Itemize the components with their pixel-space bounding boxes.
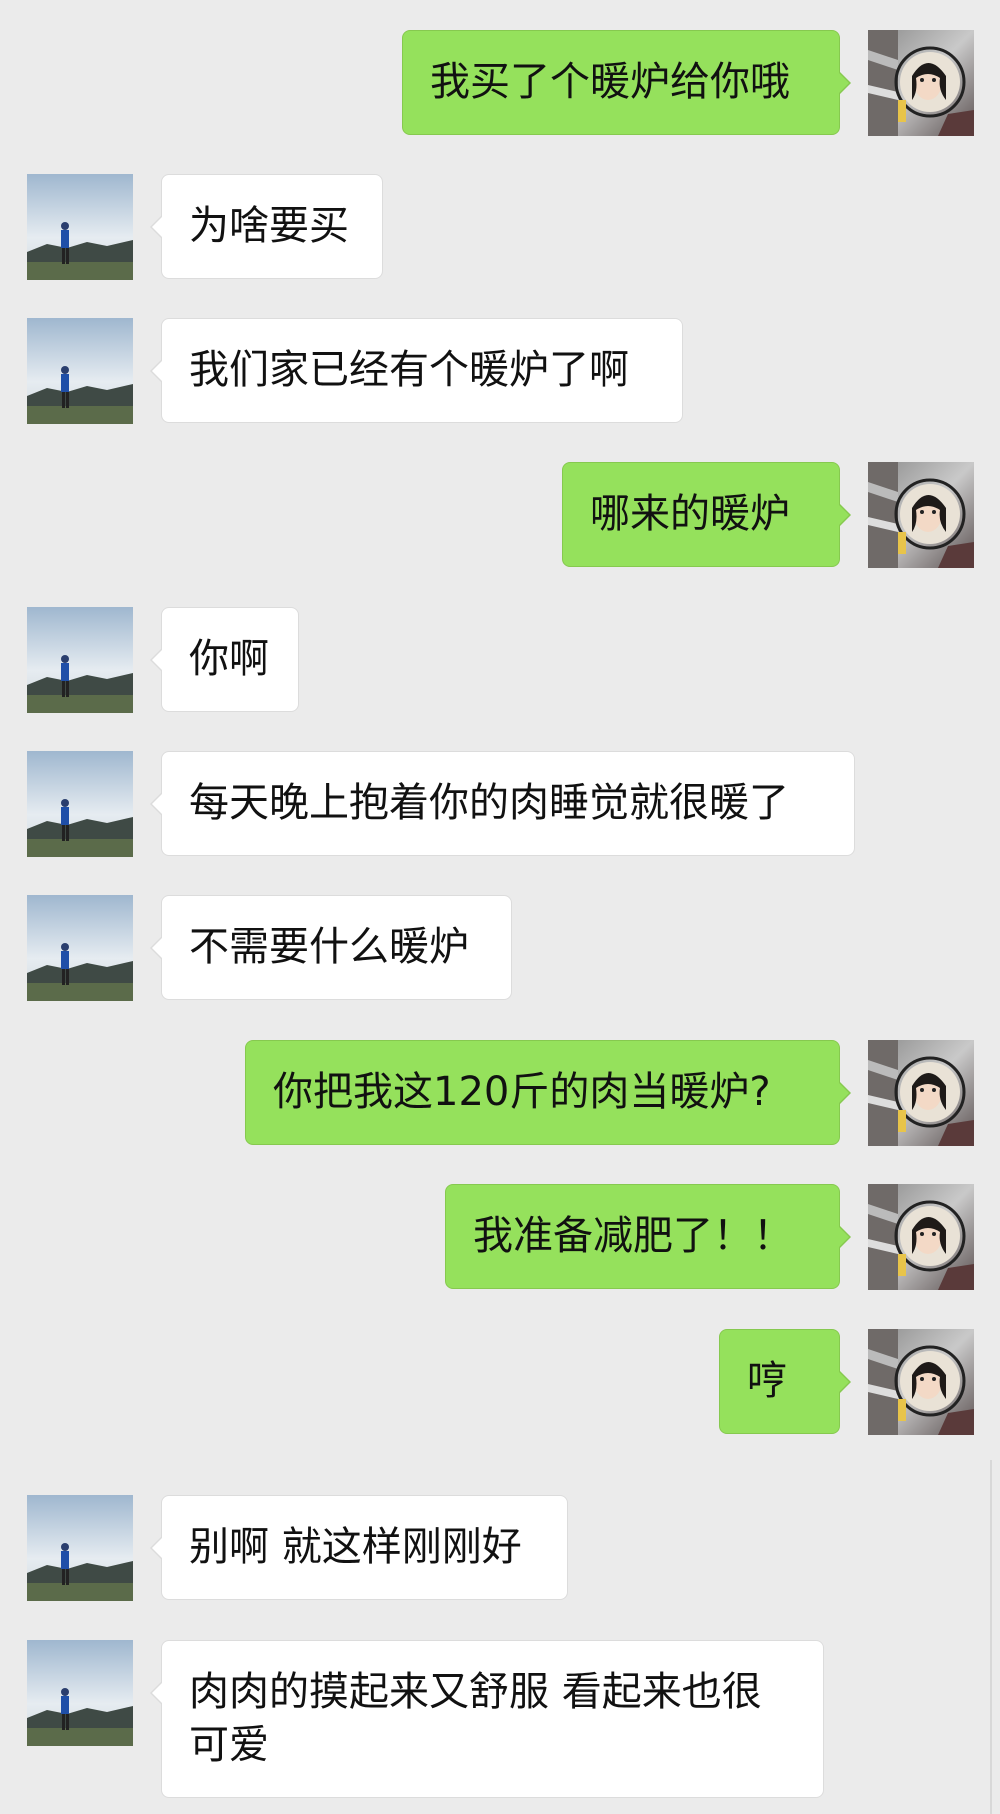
sent-message-bubble[interactable]: 我买了个暖炉给你哦 xyxy=(402,30,851,135)
received-message-bubble[interactable]: 别啊 就这样刚刚好 xyxy=(150,1495,568,1600)
contact-avatar[interactable] xyxy=(27,751,133,857)
received-message-bubble[interactable]: 每天晚上抱着你的肉睡觉就很暖了 xyxy=(150,751,855,856)
sent-message-row: 我准备减肥了！！ xyxy=(0,1184,1000,1289)
received-message-row: 每天晚上抱着你的肉睡觉就很暖了 xyxy=(0,751,1000,856)
self-avatar[interactable] xyxy=(868,30,974,136)
received-message-bubble[interactable]: 不需要什么暖炉 xyxy=(150,895,512,1000)
received-message-row: 肉肉的摸起来又舒服 看起来也很可爱 xyxy=(0,1640,1000,1798)
contact-avatar[interactable] xyxy=(27,895,133,1001)
scrollbar[interactable] xyxy=(990,1460,992,1814)
sent-message-bubble[interactable]: 我准备减肥了！！ xyxy=(445,1184,851,1289)
sent-message-bubble[interactable]: 你把我这120斤的肉当暖炉? xyxy=(245,1040,851,1145)
received-message-bubble[interactable]: 我们家已经有个暖炉了啊 xyxy=(150,318,683,423)
received-message-row: 你啊 xyxy=(0,607,1000,712)
sent-message-bubble[interactable]: 哼 xyxy=(719,1329,851,1434)
contact-avatar[interactable] xyxy=(27,174,133,280)
sent-message-row: 我买了个暖炉给你哦 xyxy=(0,30,1000,135)
self-avatar[interactable] xyxy=(868,1184,974,1290)
sent-message-row: 哼 xyxy=(0,1329,1000,1434)
sent-message-row: 哪来的暖炉 xyxy=(0,462,1000,567)
sent-message-bubble[interactable]: 哪来的暖炉 xyxy=(562,462,851,567)
contact-avatar[interactable] xyxy=(27,1495,133,1601)
received-message-bubble[interactable]: 你啊 xyxy=(150,607,299,712)
received-message-row: 为啥要买 xyxy=(0,174,1000,279)
contact-avatar[interactable] xyxy=(27,1640,133,1746)
sent-message-row: 你把我这120斤的肉当暖炉? xyxy=(0,1040,1000,1145)
self-avatar[interactable] xyxy=(868,462,974,568)
contact-avatar[interactable] xyxy=(27,607,133,713)
contact-avatar[interactable] xyxy=(27,318,133,424)
self-avatar[interactable] xyxy=(868,1040,974,1146)
received-message-row: 别啊 就这样刚刚好 xyxy=(0,1495,1000,1600)
received-message-row: 我们家已经有个暖炉了啊 xyxy=(0,318,1000,423)
received-message-bubble[interactable]: 为啥要买 xyxy=(150,174,383,279)
received-message-bubble[interactable]: 肉肉的摸起来又舒服 看起来也很可爱 xyxy=(150,1640,824,1798)
received-message-row: 不需要什么暖炉 xyxy=(0,895,1000,1000)
self-avatar[interactable] xyxy=(868,1329,974,1435)
